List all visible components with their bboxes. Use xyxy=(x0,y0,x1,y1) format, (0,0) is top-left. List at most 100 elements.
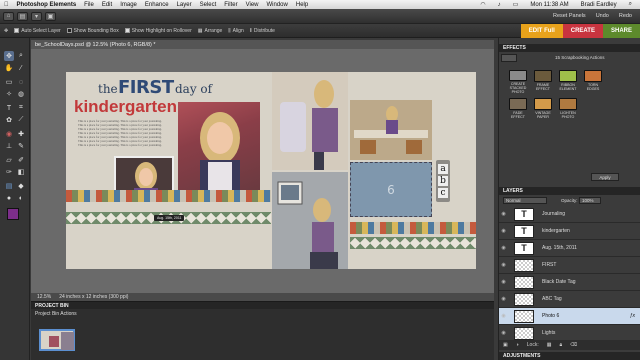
lasso-tool-icon[interactable]: ◌ xyxy=(16,77,26,87)
spotlight-search-icon[interactable]: ⌕ xyxy=(625,1,636,8)
effects-filter-icon[interactable] xyxy=(501,54,517,62)
eraser-tool-icon[interactable]: ▱ xyxy=(4,155,14,165)
project-bin-header[interactable]: PROJECT BIN xyxy=(31,302,494,309)
new-layer-icon[interactable]: ▣ xyxy=(503,342,508,348)
layer-row[interactable]: ◉ FIRST xyxy=(499,257,640,274)
lock-all-icon[interactable]: 🔒︎ xyxy=(559,342,562,348)
layer-row[interactable]: ◉ Lights xyxy=(499,325,640,341)
effect-lighten-photo[interactable]: LIGHTEN PHOTO xyxy=(557,98,579,122)
layer-row[interactable]: ◉ Photo 6 ƒx xyxy=(499,308,640,325)
photo-backpack[interactable] xyxy=(272,72,348,170)
menu-view[interactable]: View xyxy=(242,2,263,8)
document-tab[interactable]: be_SchoolDays.psd @ 12.5% (Photo 6, RGB/… xyxy=(31,40,494,49)
scrapbook-page[interactable]: the FIRST day of kindergarten This is a … xyxy=(66,72,476,269)
align-button[interactable]: ⫼ Align xyxy=(228,28,243,34)
layer-row[interactable]: ◉ Black Date Tag xyxy=(499,274,640,291)
bounding-box-checkbox[interactable] xyxy=(66,28,72,33)
effect-frame-effect[interactable]: FRAME EFFECT xyxy=(532,70,554,94)
effect-create-stacked-photo[interactable]: CREATE STACKED PHOTO xyxy=(507,70,529,94)
tab-edit-full[interactable]: EDIT Full xyxy=(520,23,563,38)
undo-button[interactable]: Undo xyxy=(596,13,609,19)
home-icon[interactable]: ⌂ xyxy=(3,11,14,21)
bounding-box-option[interactable]: Show Bounding Box xyxy=(66,28,119,34)
layer-row[interactable]: ◉ T Aug. 15th, 2011 xyxy=(499,240,640,257)
type-tool-icon[interactable]: T xyxy=(4,103,14,113)
layer-row[interactable]: ◉ Tkindergarten xyxy=(499,223,640,240)
layer-visibility-eye-icon[interactable]: ◉ xyxy=(499,330,508,336)
apple-menu-icon[interactable]:  xyxy=(0,2,13,8)
magic-wand-tool-icon[interactable]: ✧ xyxy=(4,89,14,99)
effect-ribbon-element[interactable]: RIBBON ELEMENT xyxy=(557,70,579,94)
auto-select-checkbox[interactable] xyxy=(14,28,20,33)
menu-enhance[interactable]: Enhance xyxy=(141,2,173,8)
opacity-field[interactable]: 100% xyxy=(579,197,601,204)
trash-icon[interactable]: ⌫ xyxy=(570,342,577,348)
layers-panel-header[interactable]: LAYERS xyxy=(499,187,640,195)
clone-stamp-tool-icon[interactable]: ⊥ xyxy=(4,141,14,151)
menu-select[interactable]: Select xyxy=(196,2,221,8)
layer-row[interactable]: ◉ ABC Tag xyxy=(499,291,640,308)
zoom-level-icon[interactable]: ▾ xyxy=(31,11,42,21)
zoom-tool-icon[interactable]: ⌕ xyxy=(16,51,26,61)
project-bin-thumbnail[interactable] xyxy=(39,329,75,351)
layer-style-fx-icon[interactable]: ƒx xyxy=(630,313,635,319)
layer-visibility-eye-icon[interactable]: ◉ xyxy=(499,262,508,268)
eyedropper-tool-icon[interactable]: ⁄ xyxy=(16,63,26,73)
menubar-user[interactable]: Bradi Eardley xyxy=(577,2,621,8)
effect-vintage-paper[interactable]: VINTAGE PAPER xyxy=(532,98,554,122)
screen-mode-icon[interactable]: ▣ xyxy=(45,11,56,21)
highlight-option[interactable]: Show Highlight on Rollover xyxy=(124,28,192,34)
arrange-button[interactable]: ▦ Arrange xyxy=(198,28,223,34)
tab-create[interactable]: CREATE xyxy=(562,23,603,38)
layer-visibility-eye-icon[interactable]: ◉ xyxy=(499,228,508,234)
photo-computer[interactable] xyxy=(272,172,348,269)
distribute-button[interactable]: ⫴ Distribute xyxy=(250,28,275,34)
highlight-checkbox[interactable] xyxy=(124,28,130,33)
layer-visibility-eye-icon[interactable]: ◉ xyxy=(499,245,508,251)
battery-icon[interactable]: ▭ xyxy=(509,1,523,8)
red-eye-tool-icon[interactable]: ◉ xyxy=(4,129,14,139)
tab-share[interactable]: SHARE xyxy=(602,23,640,38)
move-tool-icon[interactable]: ✥ xyxy=(4,51,14,61)
sponge-tool-icon[interactable]: ◐ xyxy=(16,193,26,203)
lock-transparency-icon[interactable]: ▦ xyxy=(547,342,552,348)
project-bin-actions-menu[interactable]: Project Bin Actions xyxy=(35,311,77,317)
effects-category-dropdown[interactable]: 15 Scrapbooking Actions xyxy=(555,55,605,60)
blur-tool-icon[interactable]: ● xyxy=(4,193,14,203)
foreground-color-swatch[interactable] xyxy=(7,208,19,220)
app-menu[interactable]: Photoshop Elements xyxy=(13,2,81,8)
gradient-tool-icon[interactable]: ▤ xyxy=(4,181,14,191)
menu-file[interactable]: File xyxy=(80,2,98,8)
shape-tool-icon[interactable]: ◆ xyxy=(16,181,26,191)
blend-mode-select[interactable]: Normal xyxy=(503,197,547,204)
straighten-tool-icon[interactable]: ⟋ xyxy=(16,115,26,125)
wifi-icon[interactable]: ◠ xyxy=(476,1,489,8)
effect-torn-edges[interactable]: TORN EDGES xyxy=(582,70,604,94)
menu-layer[interactable]: Layer xyxy=(173,2,196,8)
spot-healing-tool-icon[interactable]: ✚ xyxy=(16,129,26,139)
redo-button[interactable]: Redo xyxy=(619,13,632,19)
canvas-area[interactable]: the FIRST day of kindergarten This is a … xyxy=(31,49,494,293)
layer-visibility-eye-icon[interactable]: ◉ xyxy=(499,313,508,319)
hand-tool-icon[interactable]: ✋ xyxy=(4,63,14,73)
zoom-readout[interactable]: 12.5% xyxy=(37,294,51,300)
photo-classroom[interactable] xyxy=(350,100,432,160)
apply-button[interactable]: Apply xyxy=(591,173,619,181)
smart-brush-tool-icon[interactable]: ✑ xyxy=(4,167,14,177)
layer-visibility-eye-icon[interactable]: ◉ xyxy=(499,296,508,302)
menu-window[interactable]: Window xyxy=(263,2,292,8)
auto-select-layer-option[interactable]: Auto Select Layer xyxy=(14,28,61,34)
move-tool-options-icon[interactable]: ✥ xyxy=(4,28,8,34)
layer-row[interactable]: ◉ T Journaling xyxy=(499,206,640,223)
view-extras-icon[interactable]: ▤ xyxy=(17,11,28,21)
photo-main-portrait[interactable] xyxy=(178,102,260,190)
reset-panels-button[interactable]: Reset Panels xyxy=(553,13,586,19)
photo-6-placeholder[interactable]: 6 xyxy=(350,162,432,217)
pencil-tool-icon[interactable]: ✎ xyxy=(16,141,26,151)
cookie-cutter-tool-icon[interactable]: ✿ xyxy=(4,115,14,125)
brush-tool-icon[interactable]: ✐ xyxy=(16,155,26,165)
menu-edit[interactable]: Edit xyxy=(98,2,116,8)
volume-icon[interactable]: ♪ xyxy=(494,2,505,8)
layer-visibility-eye-icon[interactable]: ◉ xyxy=(499,279,508,285)
quick-selection-tool-icon[interactable]: ◍ xyxy=(16,89,26,99)
